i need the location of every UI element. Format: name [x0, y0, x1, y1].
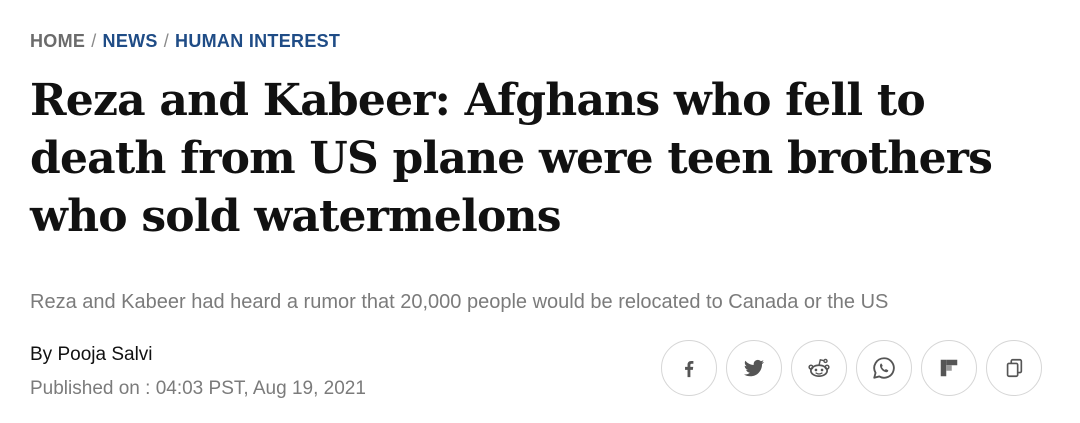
breadcrumb-home[interactable]: HOME [30, 31, 85, 51]
byline: By Pooja Salvi [30, 343, 153, 367]
breadcrumb-news[interactable]: NEWS [103, 31, 158, 51]
whatsapp-icon [873, 357, 895, 379]
twitter-icon [744, 359, 764, 377]
author-name[interactable]: Pooja Salvi [57, 344, 152, 365]
breadcrumb-human-interest[interactable]: HUMAN INTEREST [175, 31, 340, 51]
reddit-icon [808, 358, 830, 377]
share-twitter-button[interactable] [726, 340, 782, 396]
facebook-icon [685, 360, 694, 378]
share-whatsapp-button[interactable] [856, 340, 912, 396]
publish-date: Published on : 04:03 PST, Aug 19, 2021 [30, 378, 366, 399]
share-bar [661, 340, 1042, 396]
breadcrumb-separator: / [163, 31, 170, 51]
flipboard-icon [940, 359, 958, 377]
copy-icon [1006, 358, 1023, 378]
share-flipboard-button[interactable] [921, 340, 977, 396]
article-subhead: Reza and Kabeer had heard a rumor that 2… [30, 291, 889, 313]
byline-prefix: By [30, 344, 53, 365]
breadcrumb-separator: / [91, 31, 97, 51]
copy-link-button[interactable] [986, 340, 1042, 396]
breadcrumb: HOME / NEWS / HUMAN INTEREST [30, 30, 340, 52]
share-reddit-button[interactable] [791, 340, 847, 396]
article-headline: Reza and Kabeer: Afghans who fell to dea… [30, 75, 993, 242]
share-facebook-button[interactable] [661, 340, 717, 396]
